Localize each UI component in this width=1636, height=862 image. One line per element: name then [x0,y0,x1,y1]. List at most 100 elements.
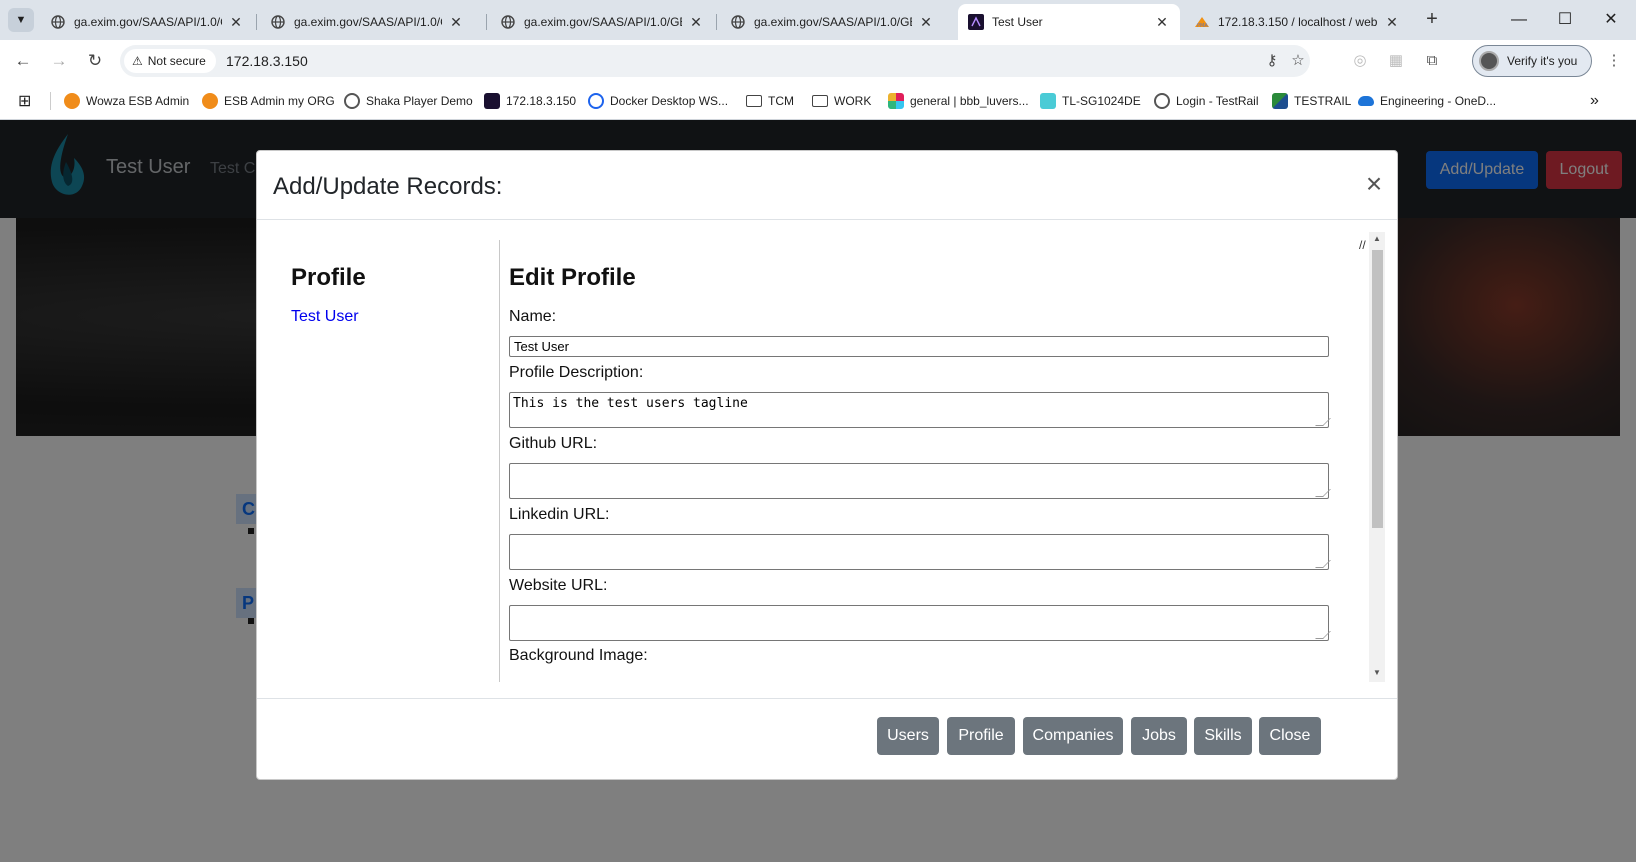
verify-profile-button[interactable]: Verify it's you [1472,45,1592,77]
frame-resize-handle-icon[interactable]: // [1359,238,1366,252]
more-menu-icon[interactable]: ⋮ [1602,49,1626,73]
globe-icon [344,93,360,109]
tplink-icon [1040,93,1056,109]
scroll-up-icon[interactable]: ▲ [1373,234,1381,243]
github-url-textarea[interactable] [509,463,1331,499]
browser-tab[interactable]: ga.exim.gov/SAAS/API/1.0/GE ✕ [40,4,254,40]
bookmark-item[interactable]: Engineering - OneD... [1358,91,1496,111]
bookmark-label: 172.18.3.150 [506,94,577,108]
bookmark-item[interactable]: general | bbb_luvers... [888,91,1029,111]
profile-link[interactable]: Test User [291,308,359,326]
close-tab-icon[interactable]: ✕ [918,14,934,31]
extension-icon[interactable]: ▦ [1384,49,1408,73]
bookmark-item[interactable]: Docker Desktop WS... [588,91,728,111]
browser-tab-strip: ▼ ga.exim.gov/SAAS/API/1.0/GE ✕ ga.exim.… [0,0,1636,40]
reload-icon[interactable]: ↻ [82,49,108,73]
browser-tab[interactable]: ga.exim.gov/SAAS/API/1.0/GE ✕ [260,4,474,40]
modal-footer: Users Profile Companies Jobs Skills Clos… [257,698,1397,780]
back-icon[interactable]: ← [10,49,36,73]
bookmark-item[interactable]: TL-SG1024DE [1040,91,1141,111]
name-field[interactable]: Test User [509,336,1329,357]
modal-body: Profile Test User Edit Profile Name: Tes… [257,220,1397,698]
users-button[interactable]: Users [877,717,939,755]
new-tab-button[interactable]: + [1420,8,1444,32]
scroll-down-icon[interactable]: ▼ [1373,668,1381,677]
globe-icon [270,14,286,30]
background-image-label: Background Image: [509,647,648,664]
bookmark-label: TESTRAIL [1294,94,1352,108]
warning-icon: ⚠ [132,54,143,68]
bookmark-label: Engineering - OneD... [1380,94,1497,108]
minimize-icon[interactable]: — [1496,6,1542,34]
resize-grip-icon[interactable] [1315,560,1331,568]
profile-button[interactable]: Profile [947,717,1015,755]
tab-title: ga.exim.gov/SAAS/API/1.0/GE [524,15,682,29]
browser-tab[interactable]: ga.exim.gov/SAAS/API/1.0/GE ✕ [490,4,714,40]
linkedin-label: Linkedin URL: [509,506,610,523]
bookmark-item[interactable]: Wowza ESB Admin [64,91,189,111]
url-text[interactable]: 172.18.3.150 [226,45,308,77]
close-tab-icon[interactable]: ✕ [688,14,704,31]
resize-grip-icon[interactable] [1315,489,1331,497]
security-chip[interactable]: ⚠ Not secure [124,49,216,73]
name-label: Name: [509,308,557,325]
puzzle-extensions-icon[interactable]: ⧉ [1420,49,1444,73]
resize-grip-icon[interactable] [1315,631,1331,639]
bookmark-item[interactable]: Shaka Player Demo [344,91,473,111]
folder-icon [746,95,762,107]
app-favicon-icon [968,14,984,30]
close-button[interactable]: Close [1259,717,1321,755]
bookmark-star-icon[interactable]: ☆ [1286,49,1310,73]
bookmark-label: Login - TestRail [1176,94,1259,108]
more-bookmarks-icon[interactable]: » [1590,91,1599,111]
bookmark-item[interactable]: Login - TestRail [1154,91,1259,111]
bookmark-folder[interactable]: WORK [812,91,871,111]
skills-button[interactable]: Skills [1194,717,1252,755]
embedded-frame: Profile Test User Edit Profile Name: Tes… [265,232,1391,682]
description-label: Profile Description: [509,364,644,381]
companies-button[interactable]: Companies [1023,717,1123,755]
edit-profile-heading: Edit Profile [509,264,636,291]
linkedin-url-textarea[interactable] [509,534,1331,570]
jobs-button[interactable]: Jobs [1131,717,1187,755]
apps-grid-icon[interactable]: ⊞ [18,91,31,111]
key-icon[interactable]: ⚷ [1260,49,1284,73]
scrollbar-thumb[interactable] [1372,250,1383,528]
security-label: Not secure [147,54,206,68]
phpmyadmin-icon: PMA [1194,14,1210,30]
wowza-icon [202,93,218,109]
tab-title: ga.exim.gov/SAAS/API/1.0/GE [294,15,442,29]
extension-icon[interactable]: ◎ [1348,49,1372,73]
tab-title: 172.18.3.150 / localhost / web [1218,15,1378,29]
browser-tab-active[interactable]: Test User ✕ [958,4,1180,40]
maximize-icon[interactable]: ☐ [1542,6,1588,34]
frame-scrollbar[interactable]: ▲ ▼ [1369,232,1385,682]
globe-icon [1154,93,1170,109]
website-url-textarea[interactable] [509,605,1331,641]
tab-title: ga.exim.gov/SAAS/API/1.0/GE [754,15,912,29]
onedrive-icon [1358,96,1374,106]
resize-grip-icon[interactable] [1315,418,1331,426]
bookmark-item[interactable]: TESTRAIL [1272,91,1351,111]
close-tab-icon[interactable]: ✕ [448,14,464,31]
close-tab-icon[interactable]: ✕ [1384,14,1400,31]
bookmark-label: ESB Admin my ORG [224,94,335,108]
github-label: Github URL: [509,435,598,452]
close-window-icon[interactable]: ✕ [1588,6,1634,34]
browser-tab[interactable]: ga.exim.gov/SAAS/API/1.0/GE ✕ [720,4,944,40]
description-textarea[interactable]: This is the test users tagline [509,392,1331,428]
close-tab-icon[interactable]: ✕ [1154,14,1170,31]
folder-icon [812,95,828,107]
bookmark-item[interactable]: 172.18.3.150 [484,91,576,111]
modal-header: Add/Update Records: × [257,151,1397,220]
bookmark-folder[interactable]: TCM [746,91,794,111]
close-icon[interactable]: × [1359,169,1389,199]
address-bar[interactable]: ⚠ Not secure 172.18.3.150 ⚷ ☆ [120,45,1310,77]
wowza-icon [64,93,80,109]
close-tab-icon[interactable]: ✕ [228,14,244,31]
tab-search-button[interactable]: ▼ [8,8,34,32]
browser-tab[interactable]: PMA 172.18.3.150 / localhost / web ✕ [1184,4,1410,40]
bookmark-item[interactable]: ESB Admin my ORG [202,91,335,111]
forward-icon[interactable]: → [46,49,72,73]
avatar [1479,51,1499,71]
